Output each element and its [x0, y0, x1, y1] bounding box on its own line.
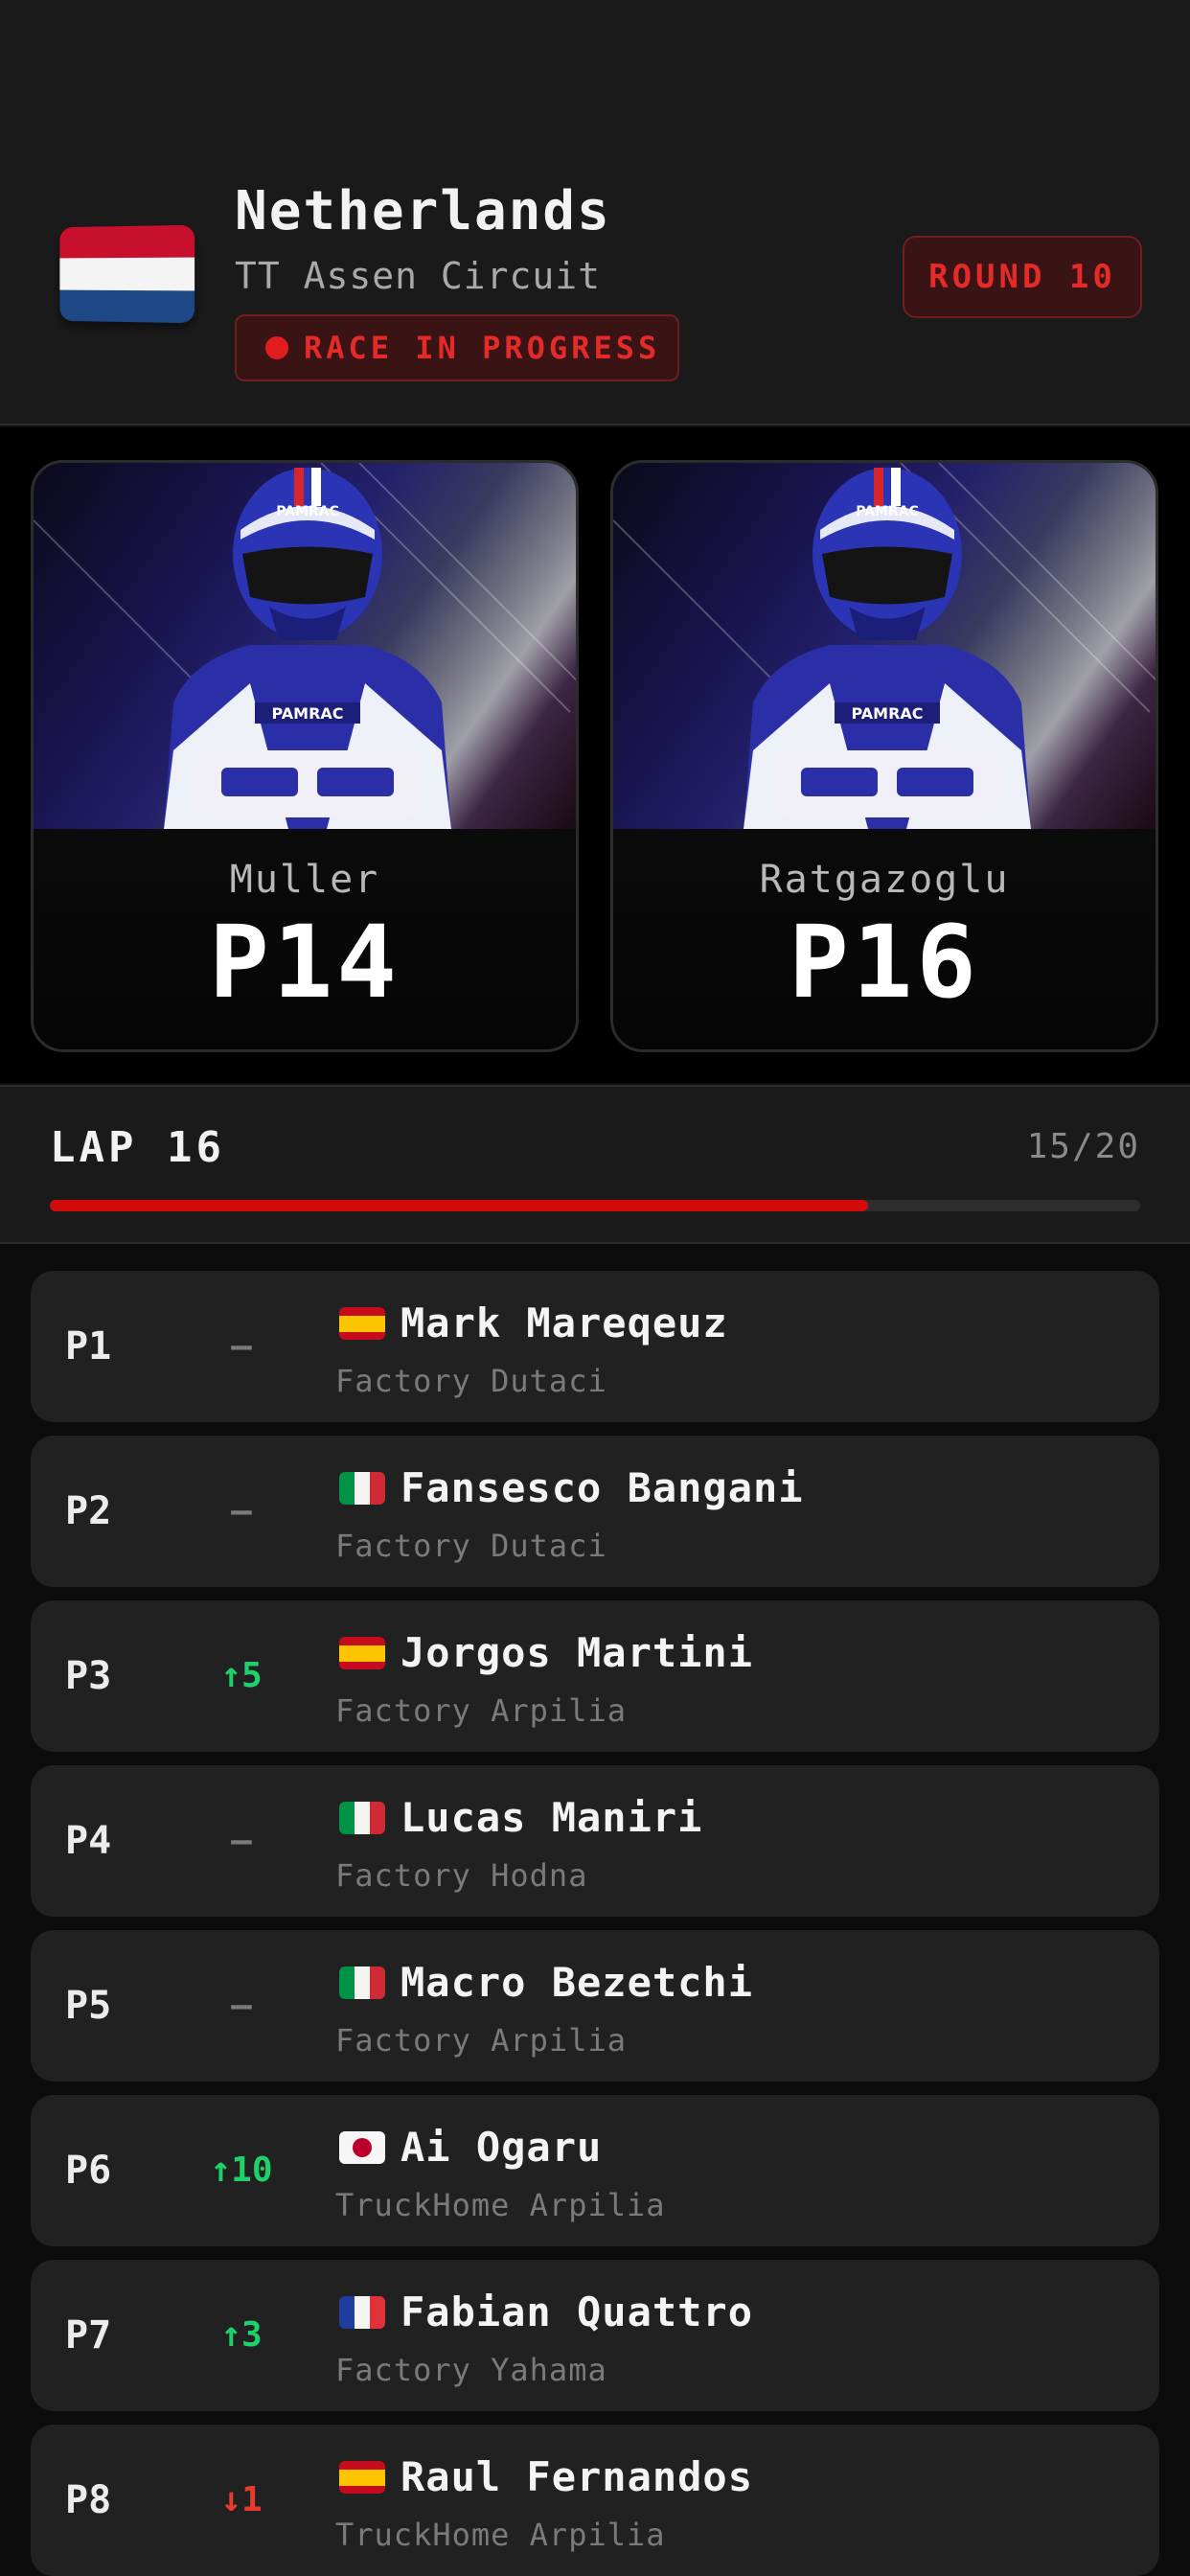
- japan-flag-icon: [339, 2131, 385, 2164]
- rider-position: P16: [789, 904, 980, 1021]
- standings-row[interactable]: P4 – Lucas Maniri Factory Hodna: [31, 1765, 1159, 1917]
- featured-riders: PAMRAC PAMRAC Muller P14 PAMRAC PAMRAC R…: [0, 427, 1190, 1083]
- row-position: P6: [65, 2149, 112, 2193]
- standings-list: P1 – Mark Mareqeuz Factory Dutaci P2 – Fansesc…: [0, 1246, 1190, 2576]
- svg-text:PAMRAC: PAMRAC: [856, 504, 919, 519]
- spain-flag-icon: [339, 2461, 385, 2494]
- team-name: Factory Dutaci: [335, 1363, 607, 1399]
- row-position: P7: [65, 2313, 112, 2358]
- netherlands-flag-icon: [59, 224, 195, 324]
- team-name: TruckHome Arpilia: [335, 2187, 666, 2223]
- standings-row[interactable]: P6 ↑10 Ai Ogaru TruckHome Arpilia: [31, 2095, 1159, 2246]
- rider-name: Ai Ogaru: [400, 2124, 603, 2171]
- rider-position: P14: [209, 904, 400, 1021]
- france-flag-icon: [339, 2296, 385, 2329]
- lap-title: LAP 16: [50, 1123, 225, 1172]
- rider-card[interactable]: PAMRAC PAMRAC Ratgazoglu P16: [610, 460, 1158, 1052]
- rider-name: Fabian Quattro: [400, 2288, 754, 2335]
- row-position: P3: [65, 1654, 112, 1698]
- race-header: Netherlands TT Assen Circuit RACE IN PRO…: [0, 0, 1190, 426]
- italy-flag-icon: [339, 1802, 385, 1834]
- row-position: P2: [65, 1489, 112, 1533]
- standings-row[interactable]: P2 – Fansesco Bangani Factory Dutaci: [31, 1436, 1159, 1587]
- italy-flag-icon: [339, 1966, 385, 1999]
- position-unchanged: –: [231, 1986, 252, 2025]
- row-position: P4: [65, 1819, 112, 1863]
- country-title: Netherlands: [235, 180, 611, 242]
- position-gain: ↑5: [220, 1656, 263, 1695]
- svg-text:PAMRAC: PAMRAC: [271, 704, 343, 723]
- row-position: P5: [65, 1984, 112, 2028]
- position-loss: ↓1: [220, 2480, 263, 2519]
- svg-text:PAMRAC: PAMRAC: [276, 504, 339, 519]
- spain-flag-icon: [339, 1307, 385, 1340]
- standings-row[interactable]: P5 – Macro Bezetchi Factory Arpilia: [31, 1930, 1159, 2082]
- italy-flag-icon: [339, 1472, 385, 1505]
- rider-name: Raul Fernandos: [400, 2453, 754, 2500]
- rider-name: Ratgazoglu: [759, 858, 1010, 902]
- circuit-name: TT Assen Circuit: [235, 255, 602, 297]
- lap-count: 15/20: [1026, 1127, 1140, 1166]
- rider-name: Macro Bezetchi: [400, 1959, 754, 2006]
- lap-progress-fill: [50, 1200, 868, 1211]
- spain-flag-icon: [339, 1637, 385, 1669]
- rider-portrait: PAMRAC PAMRAC: [613, 463, 1156, 829]
- team-name: Factory Yahama: [335, 2352, 607, 2388]
- standings-row[interactable]: P3 ↑5 Jorgos Martini Factory Arpilia: [31, 1600, 1159, 1752]
- rider-name: Muller: [229, 858, 380, 902]
- race-status-badge: RACE IN PROGRESS: [235, 314, 679, 381]
- position-unchanged: –: [231, 1326, 252, 1366]
- rider-name: Jorgos Martini: [400, 1629, 754, 1676]
- live-dot-icon: [265, 336, 288, 359]
- row-position: P1: [65, 1324, 112, 1368]
- team-name: Factory Arpilia: [335, 2022, 627, 2058]
- rider-name: Mark Mareqeuz: [400, 1300, 728, 1346]
- round-badge: ROUND 10: [903, 236, 1142, 318]
- rider-portrait: PAMRAC PAMRAC: [34, 463, 576, 829]
- rider-card[interactable]: PAMRAC PAMRAC Muller P14: [31, 460, 579, 1052]
- position-gain: ↑3: [220, 2315, 263, 2355]
- team-name: Factory Arpilia: [335, 1692, 627, 1729]
- lap-progress-section: LAP 16 15/20: [0, 1085, 1190, 1244]
- rider-name: Fansesco Bangani: [400, 1464, 804, 1511]
- lap-progress-bar: [50, 1200, 1140, 1211]
- position-gain: ↑10: [210, 2150, 273, 2190]
- team-name: Factory Hodna: [335, 1857, 588, 1894]
- standings-row[interactable]: P7 ↑3 Fabian Quattro Factory Yahama: [31, 2260, 1159, 2411]
- rider-name: Lucas Maniri: [400, 1794, 703, 1841]
- race-status-text: RACE IN PROGRESS: [304, 330, 661, 366]
- team-name: TruckHome Arpilia: [335, 2517, 666, 2553]
- standings-row[interactable]: P8 ↓1 Raul Fernandos TruckHome Arpilia: [31, 2425, 1159, 2576]
- standings-row[interactable]: P1 – Mark Mareqeuz Factory Dutaci: [31, 1271, 1159, 1422]
- position-unchanged: –: [231, 1821, 252, 1860]
- row-position: P8: [65, 2478, 112, 2522]
- team-name: Factory Dutaci: [335, 1528, 607, 1564]
- position-unchanged: –: [231, 1491, 252, 1530]
- svg-text:PAMRAC: PAMRAC: [851, 704, 923, 723]
